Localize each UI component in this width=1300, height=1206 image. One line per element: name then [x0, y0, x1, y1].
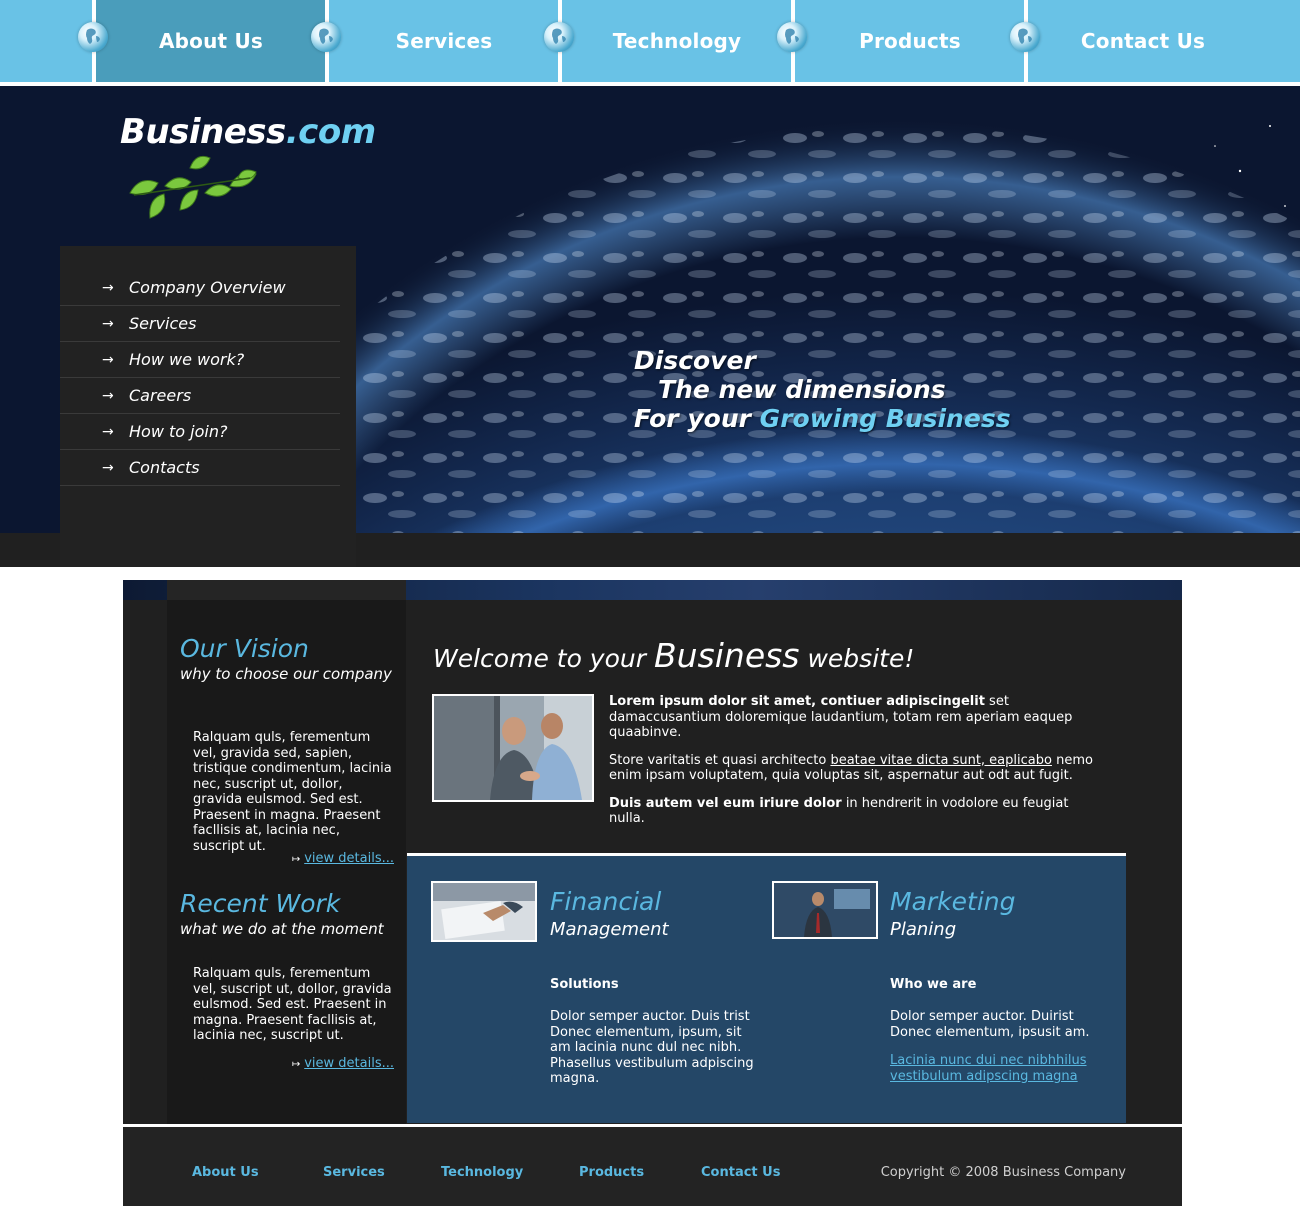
side-menu-label: Services	[129, 314, 197, 333]
hero-slogan: Discover The new dimensions For your Gro…	[634, 346, 1011, 433]
nav-item-about-us[interactable]: About Us	[96, 0, 326, 82]
financial-image	[431, 881, 537, 942]
intro-paragraph-1: Lorem ipsum dolor sit amet, contiuer adi…	[609, 694, 1099, 741]
vision-more: ↦ view details...	[292, 851, 394, 866]
globe-icon	[311, 22, 341, 52]
marketing-title: Marketing	[890, 887, 1016, 916]
side-menu-label: How we work?	[129, 350, 245, 369]
intro-paragraph-3: Duis autem vel eum iriure dolor in hendr…	[609, 796, 1099, 827]
side-menu-item-how-to-join[interactable]: → How to join?	[60, 414, 340, 450]
footer-link-technology[interactable]: Technology	[441, 1165, 523, 1180]
side-menu: → Company Overview → Services → How we w…	[60, 246, 356, 567]
logo-text-main: Business	[120, 112, 286, 152]
footer-link-contact-us[interactable]: Contact Us	[701, 1165, 780, 1180]
globe-icon	[1010, 22, 1040, 52]
vision-body: Ralquam quls, ferementum vel, gravida se…	[193, 730, 392, 854]
side-menu-item-contacts[interactable]: → Contacts	[60, 450, 340, 486]
financial-heading: Solutions	[550, 977, 619, 992]
side-menu-label: Contacts	[129, 458, 200, 477]
main-content: Our Vision why to choose our company Ral…	[123, 580, 1182, 1124]
recent-work-view-details-link[interactable]: view details...	[304, 1056, 394, 1071]
left-column: Our Vision why to choose our company Ral…	[167, 580, 406, 1124]
financial-title: Financial	[550, 887, 662, 916]
recent-work-subtitle: what we do at the moment	[180, 920, 384, 938]
financial-subtitle: Management	[550, 919, 669, 940]
left-column-top	[167, 580, 406, 600]
intro-p3-bold: Duis autem vel eum iriure dolor	[609, 795, 842, 811]
nav-label: Services	[395, 29, 493, 53]
intro-link[interactable]: beatae vitae dicta sunt, eaplicabo	[830, 753, 1052, 768]
side-menu-item-company-overview[interactable]: → Company Overview	[60, 270, 340, 306]
side-menu-item-careers[interactable]: → Careers	[60, 378, 340, 414]
globe-icon	[777, 22, 807, 52]
slogan-line-2: The new dimensions	[658, 375, 946, 404]
arrow-right-icon: →	[102, 315, 114, 332]
arrow-right-icon: →	[102, 459, 114, 476]
recent-work-more: ↦ view details...	[292, 1056, 394, 1071]
vision-subtitle: why to choose our company	[180, 665, 392, 683]
nav-label: Contact Us	[1080, 29, 1206, 53]
arrow-right-icon: →	[102, 279, 114, 296]
logo-text-domain: .com	[285, 112, 376, 152]
slogan-line-3: For your Growing Business	[634, 404, 1011, 433]
nav-label: Technology	[612, 29, 742, 53]
side-menu-item-services[interactable]: → Services	[60, 306, 340, 342]
nav-item-products[interactable]: Products	[795, 0, 1025, 82]
nav-item-technology[interactable]: Technology	[562, 0, 792, 82]
side-menu-label: Company Overview	[129, 278, 286, 297]
financial-body: Dolor semper auctor. Duis trist Donec el…	[550, 1009, 754, 1086]
arrow-right-icon: →	[102, 423, 114, 440]
arrow-right-icon: →	[102, 387, 114, 404]
welcome-heading: Welcome to your Business website!	[433, 636, 914, 675]
services-box: Financial Management Solutions Dolor sem…	[407, 853, 1126, 1123]
footer: About Us Services Technology Products Co…	[123, 1127, 1182, 1206]
slogan-prefix: For your	[634, 404, 751, 433]
welcome-intro: Lorem ipsum dolor sit amet, contiuer adi…	[609, 694, 1099, 839]
copyright-text: Copyright © 2008 Business Company	[880, 1165, 1126, 1180]
footer-link-services[interactable]: Services	[323, 1165, 385, 1180]
welcome-suffix: website!	[807, 644, 915, 673]
side-menu-label: How to join?	[129, 422, 228, 441]
business-handshake-image	[432, 694, 594, 802]
double-arrow-icon: ↦	[291, 854, 301, 865]
recent-work-title: Recent Work	[180, 889, 341, 918]
intro-p1-bold: Lorem ipsum dolor sit amet, contiuer adi…	[609, 694, 985, 709]
globe-icon	[78, 22, 108, 52]
double-arrow-icon: ↦	[291, 1059, 301, 1070]
footer-link-products[interactable]: Products	[579, 1165, 644, 1180]
intro-p2-pre: Store varitatis et quasi architecto	[609, 752, 831, 768]
marketing-image	[772, 881, 878, 939]
globe-icon	[544, 22, 574, 52]
welcome-prefix: Welcome to your	[433, 644, 647, 673]
leaves-logo-icon	[129, 155, 257, 219]
nav-label: Products	[859, 29, 961, 53]
arrow-right-icon: →	[102, 351, 114, 368]
marketing-body: Dolor semper auctor. Duirist Donec eleme…	[890, 1009, 1090, 1040]
marketing-subtitle: Planing	[890, 919, 957, 940]
site-logo[interactable]: Business.com	[120, 112, 376, 152]
recent-work-body: Ralquam quls, ferementum vel, suscript u…	[193, 966, 392, 1043]
nav-item-services[interactable]: Services	[329, 0, 559, 82]
nav-item-contact-us[interactable]: Contact Us	[1028, 0, 1258, 82]
vision-title: Our Vision	[180, 634, 309, 663]
marketing-heading: Who we are	[890, 977, 977, 992]
marketing-link[interactable]: Lacinia nunc dui nec nibhhilus vestibulu…	[890, 1053, 1095, 1084]
top-navigation: About Us Services Technology Products Co…	[0, 0, 1300, 82]
welcome-business: Business	[653, 636, 800, 675]
nav-label: About Us	[158, 29, 264, 53]
intro-paragraph-2: Store varitatis et quasi architecto beat…	[609, 753, 1099, 784]
side-menu-label: Careers	[129, 386, 192, 405]
slogan-highlight: Growing Business	[759, 404, 1011, 433]
footer-link-about-us[interactable]: About Us	[192, 1165, 259, 1180]
side-menu-item-how-we-work[interactable]: → How we work?	[60, 342, 340, 378]
slogan-line-1: Discover	[634, 346, 756, 375]
vision-view-details-link[interactable]: view details...	[304, 851, 394, 866]
